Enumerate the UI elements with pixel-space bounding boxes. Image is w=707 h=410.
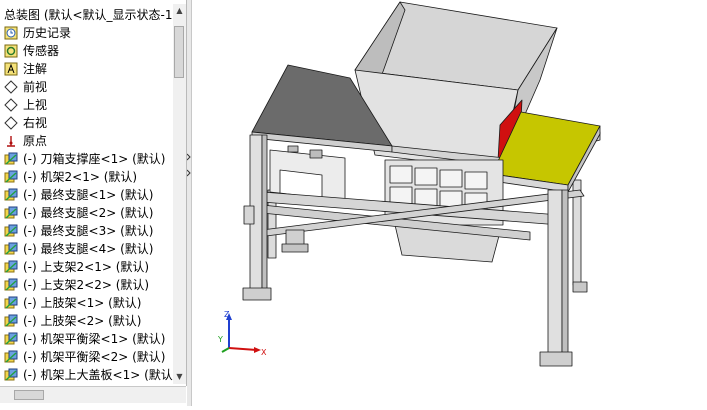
- tree-item-label: (-) 上肢架<2> (默认): [23, 314, 142, 328]
- tree-item-component[interactable]: (-) 机架2<1> (默认): [0, 168, 176, 186]
- tree-item-label: 上视: [23, 98, 48, 112]
- tree-item-component[interactable]: (-) 上肢架<2> (默认): [0, 312, 176, 330]
- tree-item-label: 前视: [23, 80, 48, 94]
- sensor-icon: [4, 44, 18, 58]
- tree-scroll-thumb[interactable]: [174, 26, 184, 78]
- plane-icon: [4, 80, 18, 94]
- plane-icon: [4, 116, 18, 130]
- scroll-up-arrow-icon[interactable]: ▲: [175, 6, 184, 15]
- tree-item-label: 历史记录: [23, 26, 72, 40]
- tree-item-label: (-) 刀箱支撑座<1> (默认): [23, 152, 166, 166]
- tree-item-component[interactable]: (-) 机架平衡梁<2> (默认): [0, 348, 176, 366]
- tree-item-component[interactable]: (-) 上支架2<2> (默认): [0, 276, 176, 294]
- part-icon: [4, 152, 18, 165]
- tree-item-origin[interactable]: 原点: [0, 132, 176, 150]
- tree-item-sensors[interactable]: 传感器: [0, 42, 176, 60]
- tree-item-label: 注解: [23, 62, 48, 76]
- tree-item-label: (-) 上肢架<1> (默认): [23, 296, 142, 310]
- annotation-icon: [4, 62, 18, 76]
- tree-item-annotations[interactable]: 注解: [0, 60, 176, 78]
- part-icon: [4, 314, 18, 327]
- frame-leg-front-right: [547, 189, 563, 361]
- part-icon: [4, 170, 18, 183]
- tree-item-component[interactable]: (-) 最终支腿<2> (默认): [0, 204, 176, 222]
- tree-item-label: 右视: [23, 116, 48, 130]
- assembly-model-drawing: [242, 1, 601, 367]
- tree-item-component[interactable]: (-) 刀箱支撑座<1> (默认): [0, 150, 176, 168]
- part-icon: [4, 188, 18, 201]
- tree-item-label: (-) 上支架2<1> (默认): [23, 260, 150, 274]
- tree-item-component[interactable]: (-) 机架平衡梁<1> (默认): [0, 330, 176, 348]
- triad-y-label: Y: [218, 335, 223, 344]
- axis-triad-icon: Z X Y: [218, 310, 267, 356]
- history-icon: [4, 26, 18, 40]
- tree-root-assembly[interactable]: 总装图 (默认<默认_显示状态-1: [0, 6, 176, 24]
- graphics-viewport[interactable]: Z X Y: [192, 0, 707, 406]
- part-icon: [4, 224, 18, 237]
- tree-item-label: (-) 最终支腿<4> (默认): [23, 242, 154, 256]
- tree-root-label: 总装图 (默认<默认_显示状态-1: [4, 8, 173, 22]
- tree-item-label: 原点: [23, 134, 48, 148]
- tree-item-component[interactable]: (-) 最终支腿<1> (默认): [0, 186, 176, 204]
- tree-item-label: (-) 机架平衡梁<1> (默认): [23, 332, 166, 346]
- splitter-grip-icon[interactable]: [186, 150, 191, 180]
- tree-item-right-plane[interactable]: 右视: [0, 114, 176, 132]
- plane-icon: [4, 98, 18, 112]
- part-icon: [4, 332, 18, 345]
- part-icon: [4, 350, 18, 363]
- tree-item-component[interactable]: (-) 上支架2<1> (默认): [0, 258, 176, 276]
- part-icon: [4, 278, 18, 291]
- scroll-down-arrow-icon[interactable]: ▼: [175, 372, 184, 381]
- part-icon: [4, 260, 18, 273]
- tree-vertical-scrollbar[interactable]: ▲ ▼: [173, 4, 186, 384]
- triad-x-label: X: [261, 348, 267, 356]
- tree-item-label: (-) 上支架2<2> (默认): [23, 278, 150, 292]
- triad-z-label: Z: [224, 310, 230, 319]
- tree-item-top-plane[interactable]: 上视: [0, 96, 176, 114]
- tree-item-component[interactable]: (-) 最终支腿<3> (默认): [0, 222, 176, 240]
- origin-icon: [7, 136, 15, 147]
- tree-item-component[interactable]: (-) 最终支腿<4> (默认): [0, 240, 176, 258]
- tree-item-label: (-) 机架2<1> (默认): [23, 170, 138, 184]
- part-icon: [4, 296, 18, 309]
- tree-item-label: 传感器: [23, 44, 60, 58]
- tree-item-component[interactable]: (-) 机架上大盖板<1> (默认): [0, 366, 178, 384]
- tree-item-label: (-) 机架平衡梁<2> (默认): [23, 350, 166, 364]
- tree-item-label: (-) 最终支腿<2> (默认): [23, 206, 154, 220]
- tree-item-label: (-) 最终支腿<3> (默认): [23, 224, 154, 238]
- tree-item-component[interactable]: (-) 上肢架<1> (默认): [0, 294, 176, 312]
- tree-horizontal-scrollbar[interactable]: [0, 386, 186, 403]
- part-icon: [4, 206, 18, 219]
- feature-manager-tree: 总装图 (默认<默认_显示状态-1 历史记录 传感器 注解 前视 上视 右视 原…: [0, 0, 187, 386]
- part-icon: [4, 242, 18, 255]
- tree-hscroll-thumb[interactable]: [14, 390, 44, 400]
- tree-item-history[interactable]: 历史记录: [0, 24, 176, 42]
- tree-item-label: (-) 机架上大盖板<1> (默认): [23, 368, 178, 382]
- tree-item-front-plane[interactable]: 前视: [0, 78, 176, 96]
- tree-item-label: (-) 最终支腿<1> (默认): [23, 188, 154, 202]
- part-icon: [4, 368, 18, 381]
